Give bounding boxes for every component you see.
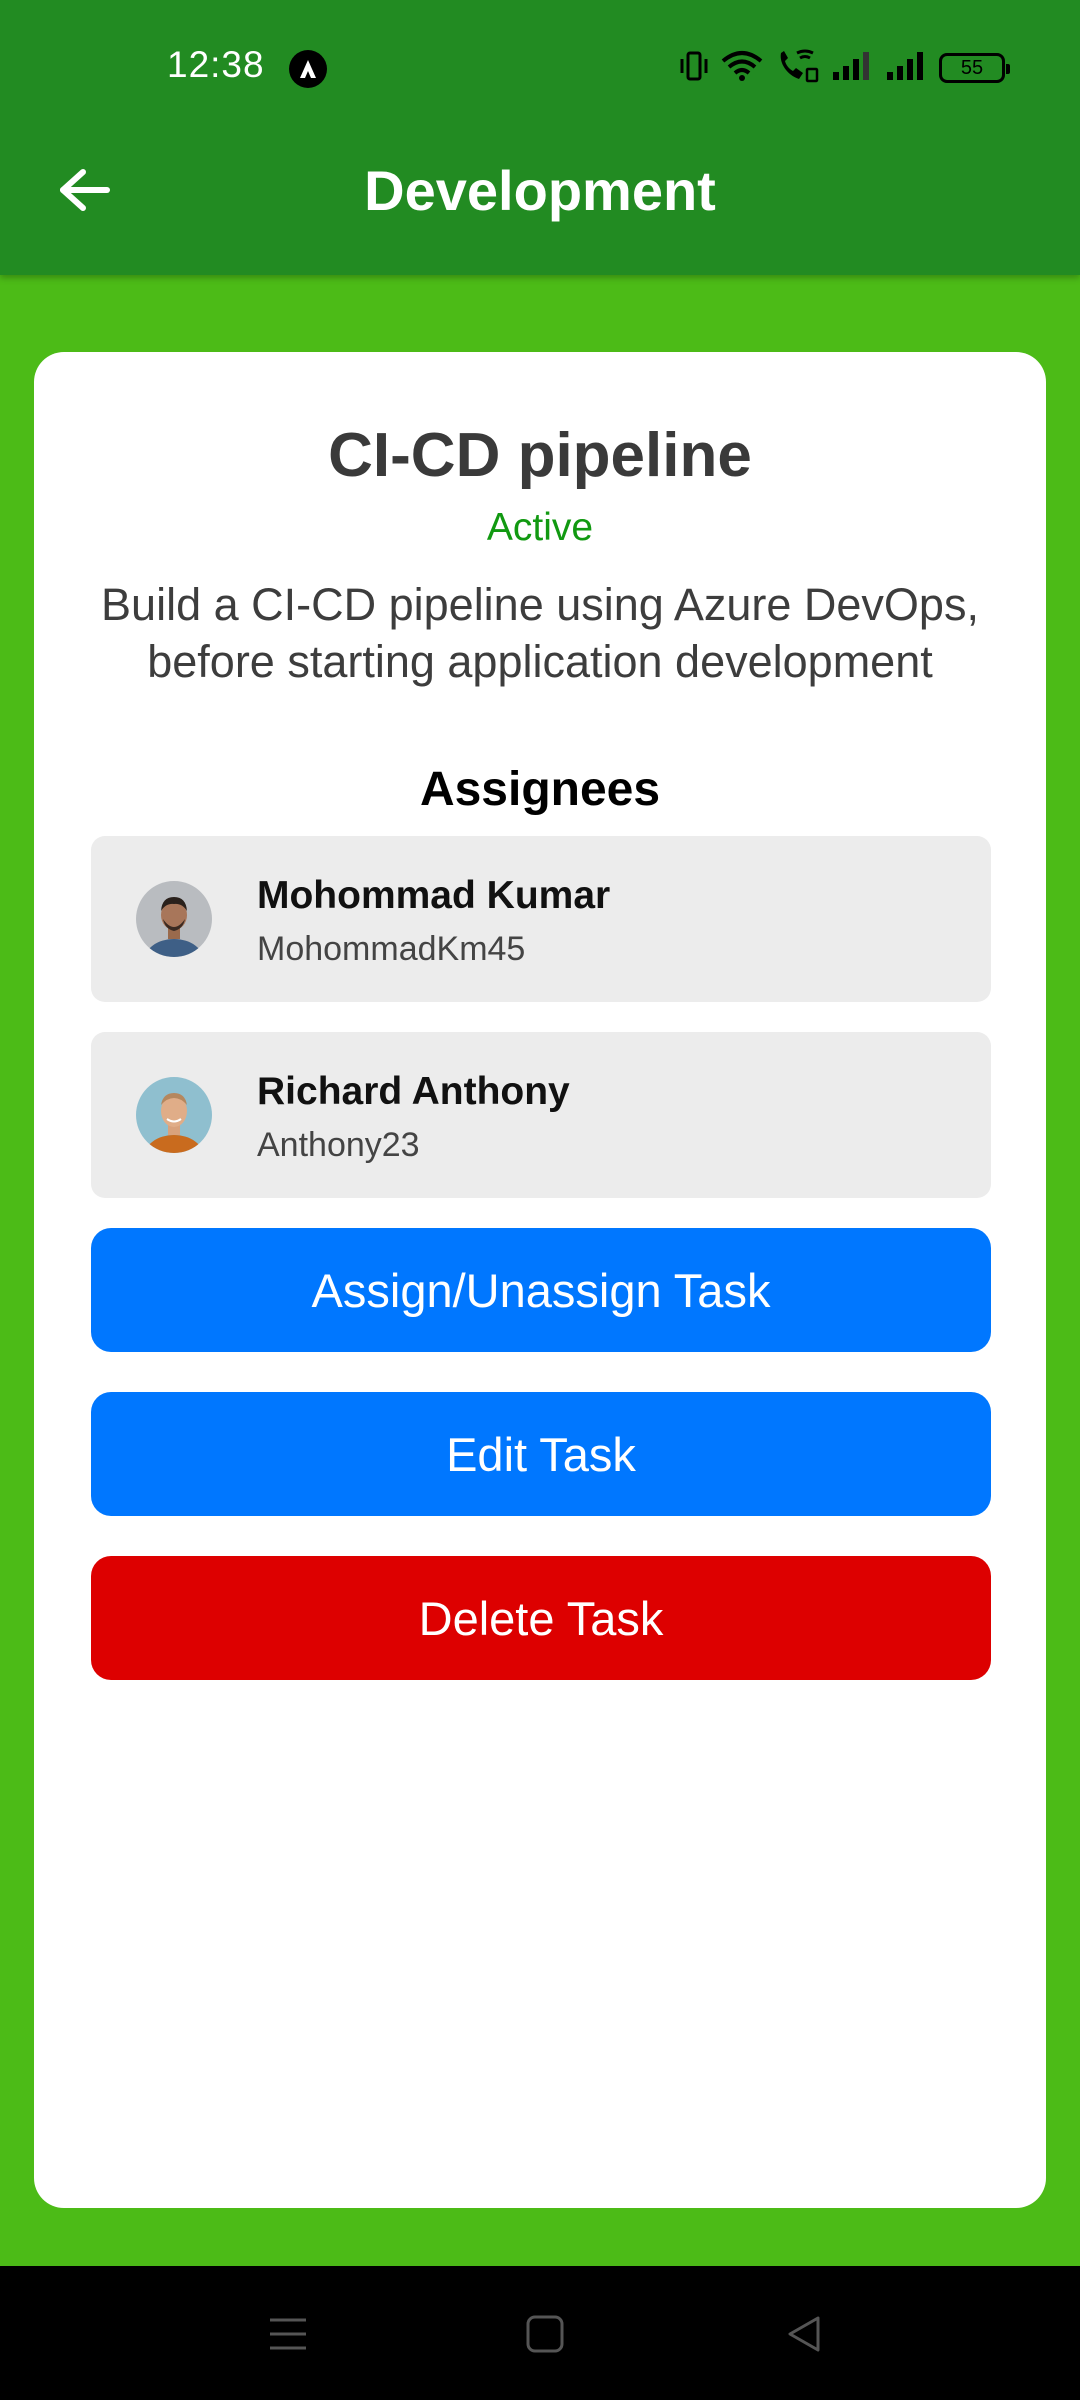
task-description: Build a CI-CD pipeline using Azure DevOp… xyxy=(101,579,979,687)
status-icons: 55 xyxy=(679,48,1010,88)
status-time: 12:38 xyxy=(167,44,265,85)
battery-level: 55 xyxy=(960,56,984,79)
task-status: Active xyxy=(486,506,594,549)
vibrate-icon xyxy=(679,50,709,87)
task-title: CI-CD pipeline xyxy=(328,421,752,490)
app-header: 12:38 55 Development xyxy=(0,0,1080,275)
avatar xyxy=(136,1077,212,1153)
assignee-username: MohommadKm45 xyxy=(257,930,526,968)
signal-2-icon xyxy=(885,50,927,87)
wifi-call-icon xyxy=(775,49,819,88)
app-notification-icon xyxy=(289,50,327,88)
system-navigation-bar xyxy=(0,2266,1080,2400)
task-detail-card: CI-CD pipeline Active Build a CI-CD pipe… xyxy=(34,352,1046,2208)
assign-unassign-task-button[interactable]: Assign/Unassign Task xyxy=(91,1228,991,1352)
back-icon[interactable] xyxy=(776,2306,832,2362)
avatar xyxy=(136,881,212,957)
page-title: Development xyxy=(364,159,716,222)
assignees-heading: Assignees xyxy=(419,763,661,816)
battery-icon: 55 xyxy=(939,53,1010,83)
signal-1-icon xyxy=(831,50,873,87)
delete-task-button[interactable]: Delete Task xyxy=(91,1556,991,1680)
menu-icon[interactable] xyxy=(260,2306,316,2362)
wifi-icon xyxy=(721,50,763,87)
assignee-item[interactable]: Mohommad Kumar MohommadKm45 xyxy=(91,836,991,1002)
assignee-name: Mohommad Kumar xyxy=(257,874,611,917)
assignee-item[interactable]: Richard Anthony Anthony23 xyxy=(91,1032,991,1198)
home-icon[interactable] xyxy=(517,2306,573,2362)
assignee-name: Richard Anthony xyxy=(257,1070,570,1113)
assignee-username: Anthony23 xyxy=(257,1126,420,1164)
edit-task-button[interactable]: Edit Task xyxy=(91,1392,991,1516)
